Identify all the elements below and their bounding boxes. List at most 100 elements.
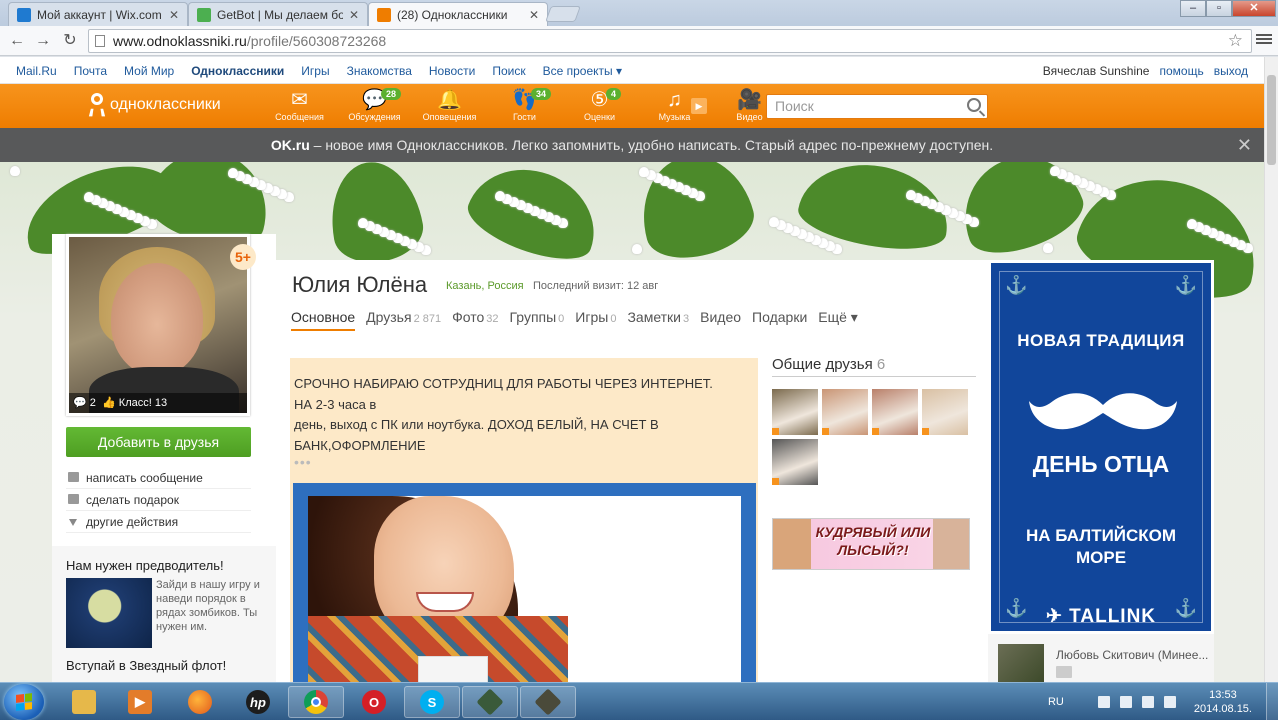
portal-link-myworld[interactable]: Мой Мир xyxy=(124,64,174,78)
search-input[interactable]: Поиск xyxy=(766,94,988,119)
scrollbar-thumb[interactable] xyxy=(1267,75,1276,165)
close-icon[interactable]: ✕ xyxy=(349,8,359,22)
window-close-icon[interactable]: ✕ xyxy=(1232,0,1276,17)
page-scrollbar[interactable] xyxy=(1264,57,1278,682)
tab-count: 3 xyxy=(683,313,690,325)
tab-groups[interactable]: Группы 0 xyxy=(510,309,565,331)
volume-icon[interactable] xyxy=(1163,696,1176,708)
close-icon[interactable]: ✕ xyxy=(529,8,539,22)
address-bar[interactable]: www.odnoklassniki.ru/profile/56030872326… xyxy=(88,29,1252,53)
nav-messages[interactable]: ✉ Сообщения xyxy=(262,88,337,126)
nav-ratings[interactable]: ⑤ Оценки 4 xyxy=(562,88,637,126)
mutual-friend-avatar[interactable] xyxy=(772,439,818,485)
envelope-icon[interactable] xyxy=(1056,666,1072,678)
minimize-icon[interactable]: – xyxy=(1180,0,1206,17)
ok-logo[interactable]: одноклассники xyxy=(88,92,221,118)
browser-tab-odnoklassniki[interactable]: (28) Одноклассники ✕ xyxy=(368,2,548,26)
skype-taskbar-icon[interactable]: S xyxy=(404,686,460,718)
tab-more[interactable]: Ещё ▾ xyxy=(818,309,858,331)
chrome-taskbar-icon[interactable] xyxy=(288,686,344,718)
tab-count: 2 871 xyxy=(413,313,442,325)
portal-link-news[interactable]: Новости xyxy=(429,64,475,78)
status-photo[interactable] xyxy=(308,496,741,682)
play-icon[interactable]: ▶ xyxy=(691,98,707,114)
zombie-game-image[interactable] xyxy=(66,578,152,648)
bookmark-star-icon[interactable]: ☆ xyxy=(1228,30,1243,52)
browser-menu-icon[interactable] xyxy=(1256,32,1272,48)
mutual-friends-title[interactable]: Общие друзья 6 xyxy=(772,356,976,377)
nav-guests[interactable]: 👣 Гости 34 xyxy=(487,88,562,126)
tab-title: (28) Одноклассники xyxy=(397,7,508,22)
make-gift-action[interactable]: сделать подарок xyxy=(66,489,251,511)
nav-music[interactable]: ♫ Музыка ▶ xyxy=(637,88,712,126)
portal-link-mail[interactable]: Почта xyxy=(74,64,107,78)
ad-line-3b: МОРЕ xyxy=(1075,548,1127,567)
add-friend-button[interactable]: Добавить в друзья xyxy=(66,427,251,457)
portal-link-odnoklassniki[interactable]: Одноклассники xyxy=(191,64,284,78)
tab-main[interactable]: Основное xyxy=(291,309,356,331)
clock[interactable]: 13:53 2014.08.15. xyxy=(1194,688,1252,716)
portal-link-search[interactable]: Поиск xyxy=(492,64,525,78)
tab-video[interactable]: Видео xyxy=(700,309,741,331)
comments-count[interactable]: 2 xyxy=(90,397,96,409)
mutual-friend-avatar[interactable] xyxy=(822,389,868,435)
other-actions[interactable]: другие действия xyxy=(66,511,251,533)
new-tab-button[interactable] xyxy=(545,6,581,22)
hp-taskbar-icon[interactable]: hp xyxy=(230,686,286,718)
reload-icon[interactable]: ↻ xyxy=(59,30,81,52)
mutual-friend-avatar[interactable] xyxy=(872,389,918,435)
opera-taskbar-icon[interactable]: O xyxy=(346,686,402,718)
start-button[interactable] xyxy=(4,684,44,720)
show-desktop-button[interactable] xyxy=(1266,683,1278,720)
language-indicator[interactable]: RU xyxy=(1048,696,1064,708)
browser-tab-getbot[interactable]: GetBot | Мы делаем бота ✕ xyxy=(188,2,368,26)
anchor-icon: ⚓ xyxy=(1174,275,1197,295)
search-icon[interactable] xyxy=(967,98,981,112)
maximize-icon[interactable]: ▫ xyxy=(1206,0,1232,17)
tab-photos[interactable]: Фото 32 xyxy=(452,309,498,331)
tab-friends[interactable]: Друзья 2 871 xyxy=(366,309,441,331)
portal-link-games[interactable]: Игры xyxy=(301,64,329,78)
ad-banner-small[interactable]: КУДРЯВЫЙ ИЛИ ЛЫСЫЙ?! xyxy=(772,518,970,570)
write-message-action[interactable]: написать сообщение xyxy=(66,467,251,489)
promo-title[interactable]: Нам нужен предводитель! xyxy=(66,558,224,573)
mutual-friend-avatar[interactable] xyxy=(772,389,818,435)
tallink-ad[interactable]: ⚓ ⚓ ⚓ ⚓ НОВАЯ ТРАДИЦИЯ ДЕНЬ ОТЦА НА БАЛТ… xyxy=(988,260,1214,634)
firefox-taskbar-icon[interactable] xyxy=(172,686,228,718)
status-more-dots[interactable]: ••• xyxy=(294,454,312,470)
browser-tab-wix[interactable]: Мой аккаунт | Wix.com ✕ xyxy=(8,2,188,26)
class-count[interactable]: Класс! 13 xyxy=(119,397,167,409)
tab-notes[interactable]: Заметки 3 xyxy=(627,309,689,331)
portal-link-dating[interactable]: Знакомства xyxy=(347,64,412,78)
back-arrow-icon[interactable]: ← xyxy=(6,30,28,52)
app-taskbar-icon[interactable] xyxy=(462,686,518,718)
nav-notifications[interactable]: 🔔 Оповещения xyxy=(412,88,487,126)
tab-games[interactable]: Игры 0 xyxy=(575,309,616,331)
friend-name[interactable]: Любовь Скитович (Минее... xyxy=(1056,648,1208,662)
explorer-taskbar-icon[interactable] xyxy=(56,686,112,718)
tab-gifts[interactable]: Подарки xyxy=(752,309,807,331)
avatar-stats: 💬 2 👍 Класс! 13 xyxy=(69,393,247,413)
nav-label: Гости xyxy=(513,112,536,122)
profile-actions: написать сообщение сделать подарок други… xyxy=(66,467,251,533)
help-link[interactable]: помощь xyxy=(1159,64,1203,78)
logout-link[interactable]: выход xyxy=(1214,64,1248,78)
profile-location[interactable]: Казань, Россия xyxy=(446,280,524,292)
close-icon[interactable]: ✕ xyxy=(1237,128,1252,162)
nav-discussions[interactable]: 💬 Обсуждения 28 xyxy=(337,88,412,126)
portal-link-all-projects[interactable]: Все проекты ▾ xyxy=(543,64,622,78)
app2-taskbar-icon[interactable] xyxy=(520,686,576,718)
avatar[interactable]: 💬 2 👍 Класс! 13 xyxy=(66,234,250,416)
friend-avatar[interactable] xyxy=(998,644,1044,682)
media-player-taskbar-icon[interactable]: ▶ xyxy=(112,686,168,718)
network-icon[interactable] xyxy=(1141,696,1154,708)
friend-suggestion[interactable]: Любовь Скитович (Минее... xyxy=(988,634,1214,682)
portal-link-mailru[interactable]: Mail.Ru xyxy=(16,64,57,78)
flag-icon[interactable] xyxy=(1097,696,1110,708)
forward-arrow-icon[interactable]: → xyxy=(32,30,54,52)
promo-title-2[interactable]: Вступай в Звездный флот! xyxy=(66,658,226,673)
close-icon[interactable]: ✕ xyxy=(169,8,179,22)
mutual-friend-avatar[interactable] xyxy=(922,389,968,435)
power-icon[interactable] xyxy=(1119,696,1132,708)
envelope-icon: ✉ xyxy=(291,89,308,111)
